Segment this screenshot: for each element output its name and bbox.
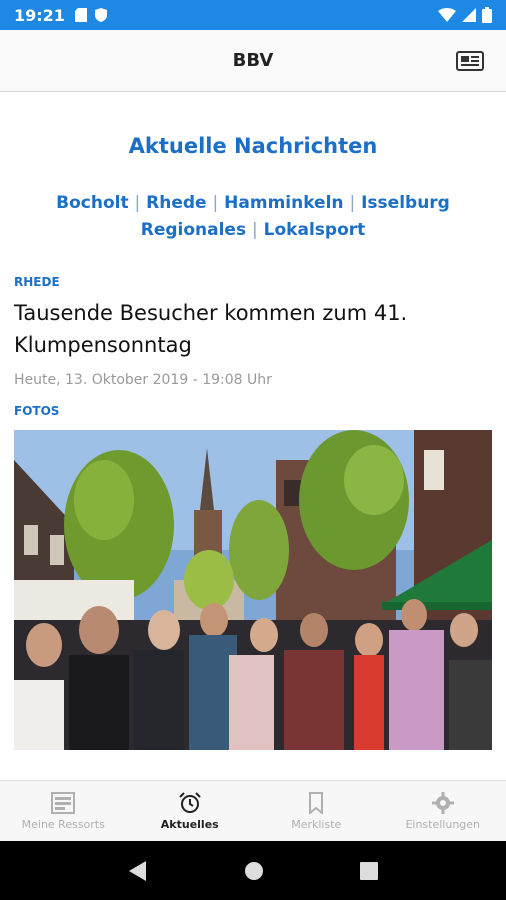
section-title: Aktuelle Nachrichten [128,134,378,158]
nav-meine-ressorts[interactable]: Meine Ressorts [0,781,127,841]
article-headline[interactable]: Tausende Besucher kommen zum 41. Klumpen… [14,297,484,361]
sim-card-icon [74,8,87,22]
alarm-clock-icon [179,791,201,813]
system-navigation [0,841,506,900]
gear-icon [431,791,454,814]
nav-aktuelles[interactable]: Aktuelles [127,781,254,841]
link-rhede[interactable]: Rhede [146,193,206,213]
nav-label: Merkliste [291,817,342,831]
separator: | [349,193,356,213]
link-regionales[interactable]: Regionales [141,220,246,240]
wifi-icon [438,8,456,22]
recents-icon[interactable] [360,861,378,880]
link-isselburg[interactable]: Isselburg [361,193,450,213]
separator: | [134,193,141,213]
link-lokalsport[interactable]: Lokalsport [264,220,366,240]
nav-einstellungen[interactable]: Einstellungen [380,781,506,841]
app-title: BBV [232,50,274,71]
status-time: 19:21 [14,5,65,25]
nav-label: Meine Ressorts [21,817,105,831]
nav-label: Einstellungen [405,817,481,831]
signal-icon [462,8,476,22]
sections-icon [51,791,76,814]
status-bar: 19:21 [0,0,506,30]
app-bar: BBV [0,30,506,92]
region-links: Bocholt | Rhede | Hamminkeln | Isselburg… [0,190,506,244]
link-bocholt[interactable]: Bocholt [56,193,128,213]
back-icon[interactable] [128,860,148,882]
shield-icon [94,8,107,22]
article-photo[interactable] [14,430,492,750]
home-icon[interactable] [244,861,264,881]
nav-label: Aktuelles [160,817,219,831]
news-content: Aktuelle Nachrichten Bocholt | Rhede | H… [0,92,506,780]
article-date: Heute, 13. Oktober 2019 - 19:08 Uhr [14,372,272,388]
newspaper-icon[interactable] [456,51,484,71]
bookmark-icon [309,791,324,814]
separator: | [252,220,258,240]
media-label: FOTOS [14,404,60,418]
bottom-navigation: Meine Ressorts Aktuelles Merkliste Einst… [0,780,506,841]
article-category[interactable]: RHEDE [14,275,60,289]
nav-merkliste[interactable]: Merkliste [253,781,380,841]
battery-icon [482,7,492,23]
link-hamminkeln[interactable]: Hamminkeln [224,193,343,213]
separator: | [212,193,219,213]
